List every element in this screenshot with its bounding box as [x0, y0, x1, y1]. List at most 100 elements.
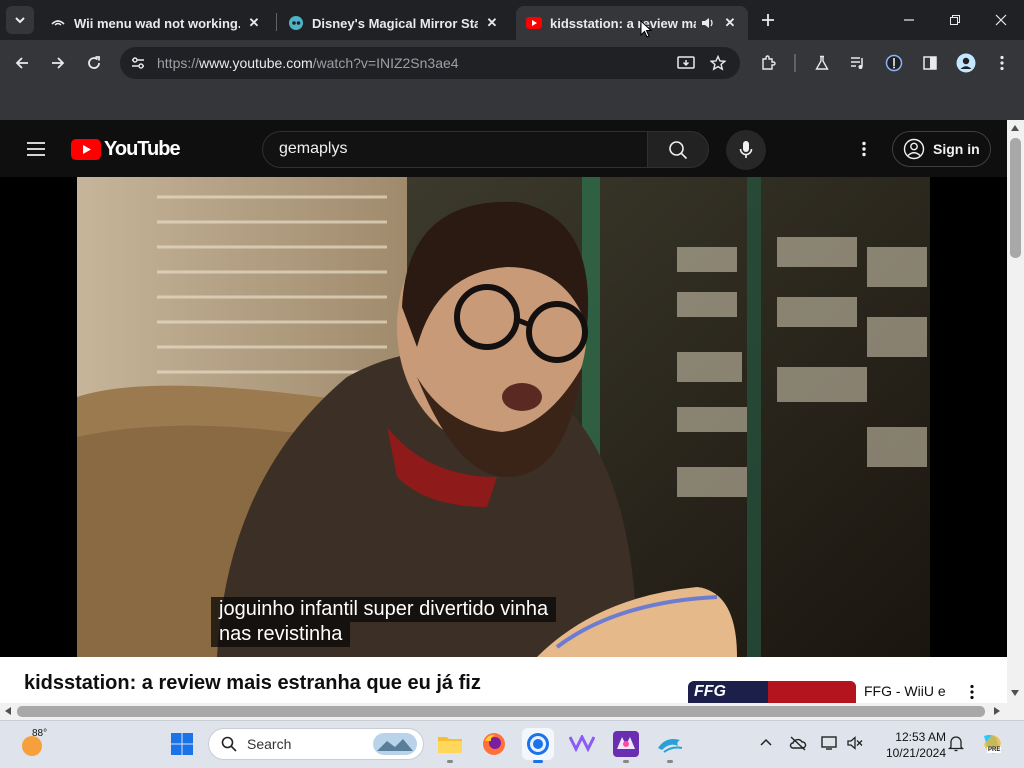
tab-title: Disney's Magical Mirror Starring — [312, 15, 478, 31]
youtube-search-button[interactable] — [647, 131, 709, 168]
search-icon — [669, 140, 688, 159]
close-tab-icon[interactable]: ✕ — [722, 15, 738, 31]
install-app-icon — [677, 56, 695, 69]
minimize-button[interactable] — [886, 8, 932, 32]
volume-tray-icon[interactable] — [847, 736, 863, 755]
windows-taskbar — [0, 720, 1024, 768]
restore-button[interactable] — [932, 8, 978, 32]
reload-button[interactable] — [80, 49, 108, 77]
taskbar-firefox[interactable] — [478, 728, 510, 760]
tune-icon — [132, 57, 144, 69]
volume-muted-icon — [847, 736, 863, 750]
start-button[interactable] — [166, 728, 198, 760]
restore-icon — [950, 15, 960, 25]
url-path: /watch?v=INIZ2Sn3ae4 — [312, 55, 459, 71]
side-panel-icon — [923, 56, 937, 70]
taskbar-clock[interactable]: 12:53 AM 10/21/2024 — [872, 729, 946, 761]
scroll-down-arrow-icon[interactable] — [1011, 690, 1019, 696]
arrow-left-icon — [15, 57, 28, 69]
scroll-up-arrow-icon[interactable] — [1011, 125, 1019, 131]
horizontal-scrollbar-thumb[interactable] — [17, 706, 985, 717]
media-controls-button[interactable] — [844, 49, 872, 77]
new-tab-button[interactable] — [754, 6, 782, 34]
chevron-up-icon — [760, 738, 772, 746]
profile-avatar-icon — [956, 53, 976, 73]
guide-menu-button[interactable] — [22, 135, 50, 163]
microphone-icon — [739, 141, 753, 158]
extension-button[interactable] — [880, 49, 908, 77]
plus-icon — [762, 14, 774, 26]
hamburger-menu-icon — [27, 142, 45, 156]
browser-menu-button[interactable] — [988, 49, 1016, 77]
youtube-logo[interactable]: YouTube — [71, 137, 181, 161]
youtube-play-logo-icon — [71, 138, 101, 160]
sign-in-label: Sign in — [933, 141, 980, 157]
back-button[interactable] — [8, 49, 36, 77]
video-player[interactable] — [77, 177, 930, 657]
related-video-thumbnail[interactable]: FFG — [688, 681, 856, 703]
taskbar-game-app[interactable] — [610, 728, 642, 760]
more-vertical-icon — [1000, 55, 1004, 71]
youtube-settings-button[interactable] — [850, 135, 878, 163]
extensions-button[interactable] — [754, 49, 782, 77]
tray-app-icon[interactable] — [789, 735, 807, 756]
tab-disney-magical-mirror[interactable]: Disney's Magical Mirror Starring ✕ — [278, 6, 510, 40]
scroll-right-arrow-icon[interactable] — [994, 707, 1000, 715]
close-tab-icon[interactable]: ✕ — [246, 15, 262, 31]
dolphin-icon — [658, 739, 683, 753]
clock-date: 10/21/2024 — [885, 746, 946, 760]
cloud-off-icon — [789, 736, 807, 751]
related-video-menu-button[interactable] — [970, 684, 974, 705]
reload-icon — [88, 56, 100, 69]
speaker-icon[interactable] — [700, 15, 716, 31]
taskbar-file-explorer[interactable] — [434, 728, 466, 760]
copilot-preview-badge: PRE — [987, 747, 1002, 753]
close-window-button[interactable] — [978, 8, 1024, 32]
voice-search-button[interactable] — [726, 130, 766, 170]
close-tab-icon[interactable]: ✕ — [484, 15, 500, 31]
forward-button[interactable] — [44, 49, 72, 77]
weather-temperature: 88° — [32, 728, 48, 739]
weather-widget[interactable]: 88° — [20, 728, 48, 756]
firefox-icon — [483, 733, 505, 755]
show-hidden-icons-button[interactable] — [760, 736, 772, 754]
install-app-button[interactable] — [672, 49, 700, 77]
side-panel-button[interactable] — [916, 49, 944, 77]
tab-title: Wii menu wad not working. — [74, 15, 240, 31]
chevron-down-icon — [15, 17, 25, 24]
game-app-icon — [613, 731, 639, 757]
profile-button[interactable] — [952, 49, 980, 77]
taskbar-dolphin[interactable] — [654, 728, 686, 760]
taskbar-chrome[interactable] — [522, 728, 554, 760]
tab-kidsstation[interactable]: kidsstation: a review mais estranha que … — [516, 6, 748, 40]
tab-wii-menu[interactable]: Wii menu wad not working. ✕ — [40, 6, 272, 40]
youtube-favicon-icon — [526, 15, 542, 31]
more-vertical-icon — [970, 684, 974, 700]
tab-separator — [276, 13, 277, 31]
youtube-search-input[interactable]: gemaplys — [262, 131, 647, 168]
tab-search-button[interactable] — [6, 6, 34, 34]
notifications-button[interactable] — [947, 734, 965, 757]
site-info-button[interactable] — [124, 49, 152, 77]
arrow-right-icon — [52, 57, 65, 69]
account-circle-icon — [903, 138, 925, 160]
app-logo-icon — [569, 735, 595, 753]
network-tray-icon[interactable] — [821, 735, 839, 756]
bell-icon — [947, 736, 965, 752]
url-text[interactable]: https://www.youtube.com/watch?v=INIZ2Sn3… — [157, 55, 459, 71]
taskbar-app-purple[interactable] — [566, 728, 598, 760]
copilot-button[interactable]: PRE — [980, 732, 1004, 756]
youtube-logo-text: YouTube — [104, 137, 181, 160]
related-video-title[interactable]: FFG - WiiU e — [864, 683, 946, 699]
sign-in-button[interactable]: Sign in — [892, 131, 991, 167]
close-icon — [995, 14, 1007, 26]
vertical-scrollbar-thumb[interactable] — [1010, 138, 1021, 258]
network-icon — [821, 736, 837, 750]
music-queue-icon — [851, 57, 863, 69]
puzzle-icon — [762, 55, 776, 70]
taskbar-search-box[interactable]: Search — [208, 728, 424, 760]
labs-button[interactable] — [808, 49, 836, 77]
windows-logo-icon — [171, 733, 193, 755]
bookmark-button[interactable] — [704, 49, 732, 77]
scroll-left-arrow-icon[interactable] — [5, 707, 11, 715]
